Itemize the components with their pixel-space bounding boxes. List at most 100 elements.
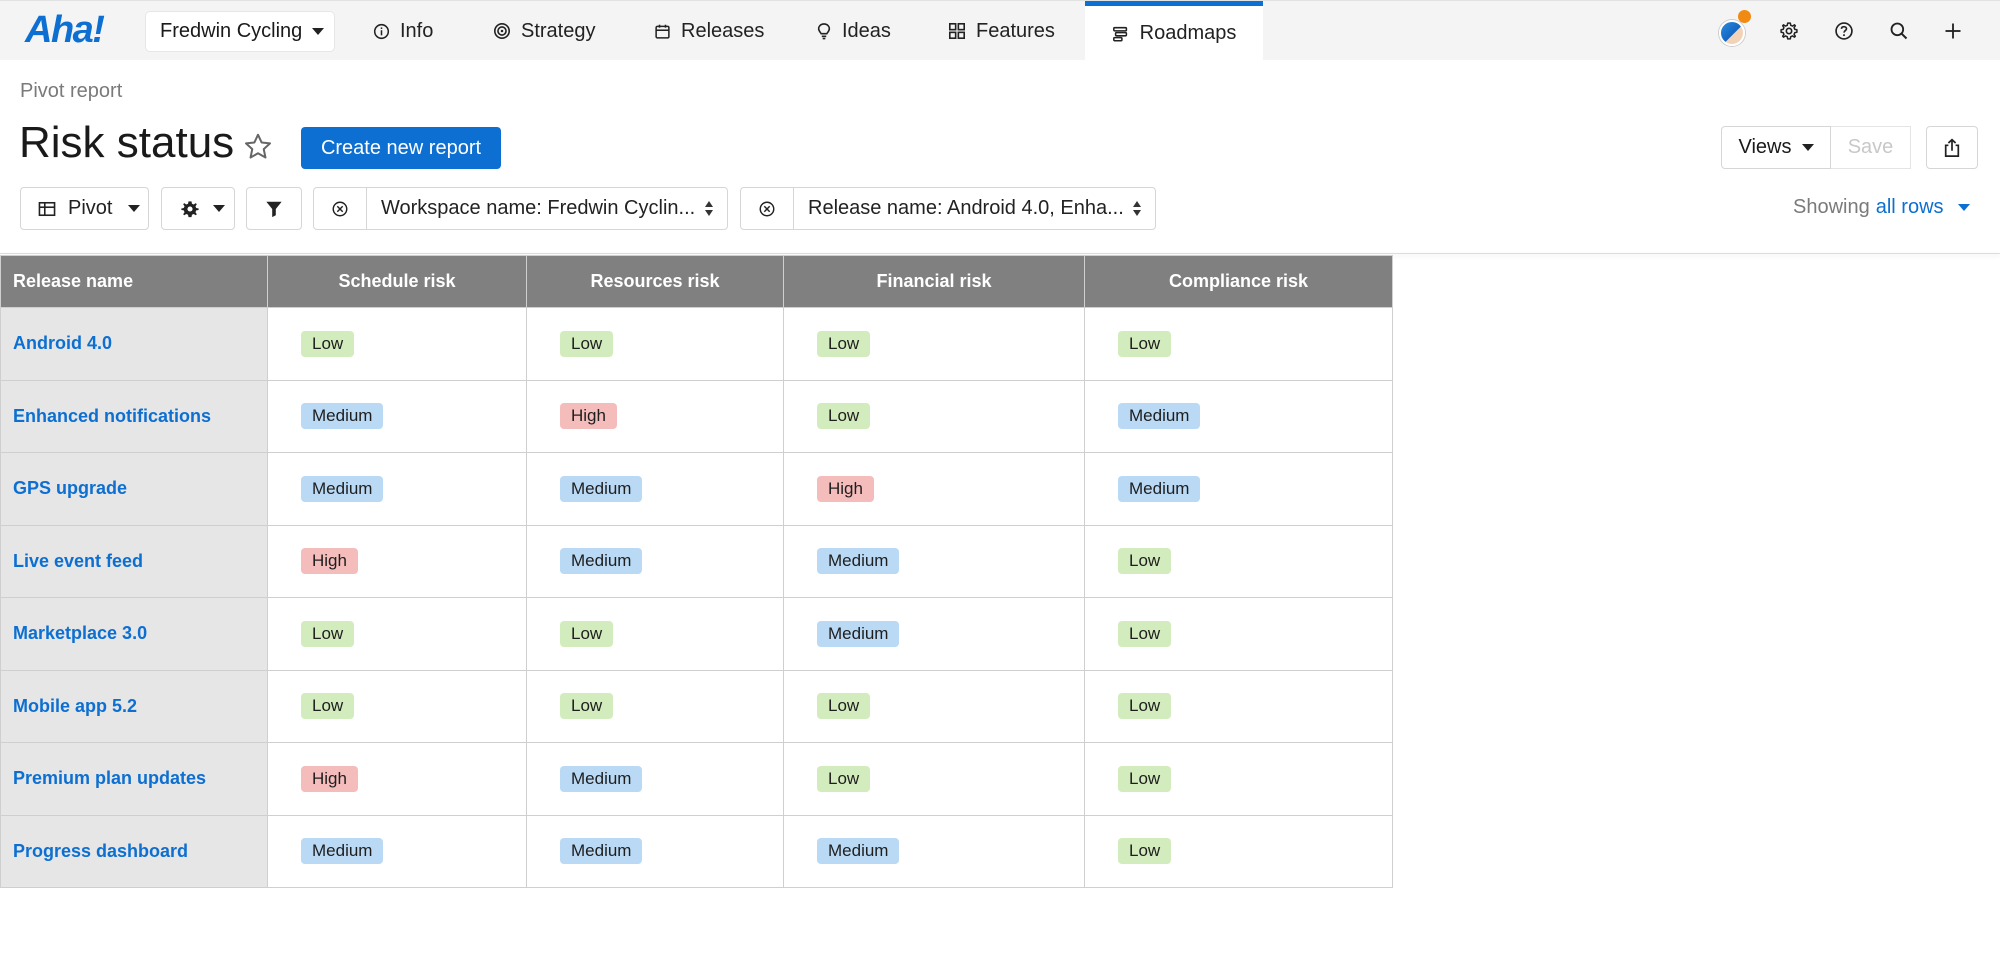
risk-badge: Medium (560, 838, 643, 865)
create-new-report-button[interactable]: Create new report (301, 127, 501, 169)
risk-cell: Low (783, 669, 1085, 743)
search-button[interactable] (1883, 15, 1915, 47)
save-button[interactable]: Save (1831, 126, 1911, 169)
release-name-link[interactable]: GPS upgrade (0, 452, 268, 526)
help-button[interactable] (1828, 15, 1860, 47)
risk-cell: Low (267, 669, 527, 743)
sort-arrows-icon (1133, 201, 1141, 216)
risk-cell: Medium (526, 742, 784, 816)
risk-badge: Low (817, 330, 871, 357)
showing-rows-control[interactable]: Showing all rows (1793, 196, 1970, 219)
risk-cell: Medium (526, 452, 784, 526)
nav-item-roadmaps[interactable]: Roadmaps (1085, 1, 1263, 61)
user-avatar[interactable] (1719, 20, 1745, 46)
column-header[interactable]: Release name (0, 255, 268, 308)
risk-badge: Low (301, 620, 355, 647)
risk-badge: Low (817, 403, 871, 430)
chevron-down-icon (1801, 144, 1814, 151)
nav-item-info[interactable]: Info (373, 1, 433, 61)
workspace-selector-label: Fredwin Cycling (160, 20, 303, 42)
risk-cell: Low (783, 379, 1085, 453)
release-filter-value[interactable]: Release name: Android 4.0, Enha... (794, 188, 1155, 229)
table-icon (38, 201, 56, 216)
risk-badge: Medium (560, 548, 643, 575)
notification-dot (1738, 10, 1751, 23)
risk-badge: Medium (817, 548, 900, 575)
risk-badge: High (560, 403, 617, 430)
risk-cell: Low (267, 597, 527, 671)
release-name-link[interactable]: Android 4.0 (0, 307, 268, 381)
chevron-down-icon (213, 205, 225, 212)
table-row: Mobile app 5.2 Low Low Low Low (0, 669, 1393, 743)
nav-item-strategy[interactable]: Strategy (493, 1, 595, 61)
table-body: Android 4.0 Low Low Low Low Enhanced notifica… (0, 307, 1393, 888)
breadcrumb[interactable]: Pivot report (20, 80, 122, 103)
add-button[interactable] (1937, 15, 1969, 47)
risk-badge: Medium (301, 838, 384, 865)
workspace-filter-value[interactable]: Workspace name: Fredwin Cyclin... (367, 188, 727, 229)
risk-cell: Low (526, 307, 784, 381)
header-divider (0, 253, 2000, 254)
column-header[interactable]: Schedule risk (267, 255, 527, 308)
release-name-link[interactable]: Marketplace 3.0 (0, 597, 268, 671)
column-header[interactable]: Financial risk (783, 255, 1085, 308)
release-name-link[interactable]: Enhanced notifications (0, 379, 268, 453)
risk-cell: Low (1084, 524, 1393, 598)
release-name-link[interactable]: Live event feed (0, 524, 268, 598)
risk-cell: Low (1084, 669, 1393, 743)
remove-filter-button[interactable] (314, 188, 367, 229)
risk-badge: Medium (817, 620, 900, 647)
risk-badge: Low (301, 693, 355, 720)
report-settings-dropdown[interactable] (161, 187, 235, 230)
risk-badge: Medium (560, 475, 643, 502)
help-icon (1835, 22, 1853, 40)
remove-filter-button[interactable] (741, 188, 794, 229)
workspace-selector[interactable]: Fredwin Cycling (145, 11, 335, 52)
filter-button[interactable] (246, 187, 302, 230)
risk-badge: Low (560, 620, 614, 647)
nav-item-ideas[interactable]: Ideas (816, 1, 891, 61)
nav-item-releases[interactable]: Releases (654, 1, 764, 61)
risk-badge: Low (1118, 693, 1172, 720)
table-row: Android 4.0 Low Low Low Low (0, 307, 1393, 381)
share-icon (1944, 138, 1960, 157)
risk-cell: Low (1084, 814, 1393, 888)
target-icon (493, 22, 511, 40)
nav-item-label: Releases (681, 19, 765, 42)
release-name-link[interactable]: Premium plan updates (0, 742, 268, 816)
share-button[interactable] (1926, 126, 1978, 169)
risk-badge: Low (1118, 548, 1172, 575)
risk-badge: Low (1118, 620, 1172, 647)
settings-button[interactable] (1773, 15, 1805, 47)
nav-item-label: Ideas (842, 19, 891, 42)
pivot-table: Release name Schedule risk Resources risk F… (0, 255, 1393, 888)
star-icon (245, 133, 271, 159)
workspace-filter[interactable]: Workspace name: Fredwin Cyclin... (313, 187, 728, 230)
release-name-link[interactable]: Mobile app 5.2 (0, 669, 268, 743)
risk-cell: Low (783, 307, 1085, 381)
grid-icon (948, 22, 966, 40)
showing-rows-link[interactable]: all rows (1876, 196, 1944, 219)
risk-cell: Low (526, 597, 784, 671)
risk-badge: Medium (301, 403, 384, 430)
top-nav-bar: Aha! Fredwin Cycling Info Strategy Relea… (0, 0, 2000, 61)
release-filter[interactable]: Release name: Android 4.0, Enha... (740, 187, 1156, 230)
risk-cell: Medium (783, 597, 1085, 671)
risk-badge: Medium (1118, 403, 1201, 430)
release-name-link[interactable]: Progress dashboard (0, 814, 268, 888)
aha-logo[interactable]: Aha! (25, 9, 105, 52)
nav-item-features[interactable]: Features (948, 1, 1055, 61)
risk-cell: Low (526, 669, 784, 743)
views-button[interactable]: Views (1721, 126, 1831, 169)
risk-badge: Medium (1118, 475, 1201, 502)
risk-cell: Medium (267, 814, 527, 888)
column-header[interactable]: Resources risk (526, 255, 784, 308)
nav-item-label: Info (400, 19, 434, 42)
pivot-view-dropdown[interactable]: Pivot (20, 187, 149, 230)
risk-cell: Medium (1084, 379, 1393, 453)
favorite-button[interactable] (242, 131, 274, 168)
risk-cell: Medium (1084, 452, 1393, 526)
table-row: GPS upgrade Medium Medium High Medium (0, 452, 1393, 526)
risk-badge: Low (1118, 838, 1172, 865)
column-header[interactable]: Compliance risk (1084, 255, 1393, 308)
